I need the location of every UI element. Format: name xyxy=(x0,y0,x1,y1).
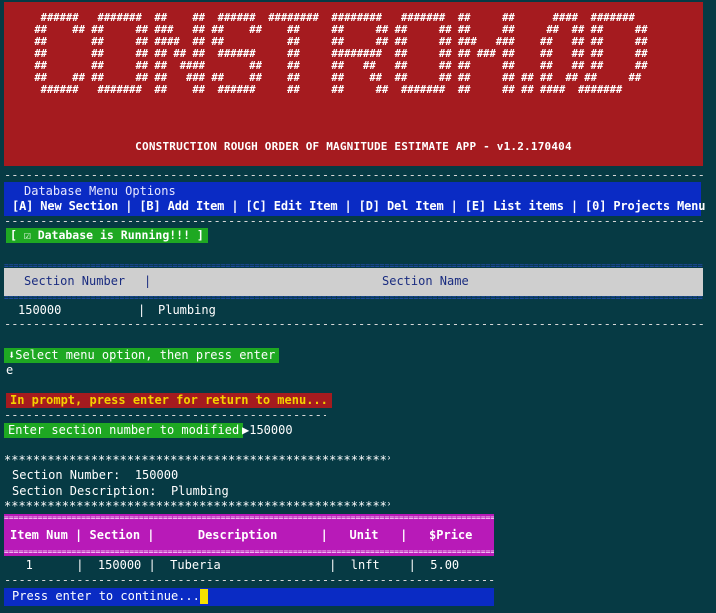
item-table-columns: Item Num | Section | Description | Unit … xyxy=(10,528,473,542)
divider: ----------------------------------------… xyxy=(4,214,703,228)
section-description-text: Plumbing xyxy=(170,484,229,498)
text-cursor xyxy=(200,589,208,604)
select-option-label: Select menu option, then press enter xyxy=(15,348,276,362)
col-separator: | xyxy=(144,274,152,288)
menu-options[interactable]: [A] New Section | [B] Add Item | [C] Edi… xyxy=(12,199,705,213)
table-row: 1 | 150000 | Tuberia | lnft | 5.00 xyxy=(4,558,460,572)
table-row-name: Plumbing xyxy=(158,303,216,317)
app-title: CONSTRUCTION ROUGH ORDER OF MAGNITUDE ES… xyxy=(135,140,572,153)
section-table-header: ========================================… xyxy=(4,264,703,300)
section-number-text: 150000 xyxy=(134,468,179,482)
table-row-sep: | xyxy=(138,303,146,317)
database-status-badge: [ ☑ Database is Running!!! ] xyxy=(6,228,208,243)
section-number-input[interactable]: ▶150000 xyxy=(242,423,293,438)
continue-label: Press enter to continue... xyxy=(12,589,200,603)
stars-divider: ****************************************… xyxy=(4,453,390,467)
return-hint-badge: In prompt, press enter for return to men… xyxy=(6,393,332,408)
col-section-number: Section Number xyxy=(24,274,126,288)
section-number-prompt: Enter section number to modified xyxy=(4,423,244,438)
stars-divider: ****************************************… xyxy=(4,499,390,513)
menu-title: Database Menu Options xyxy=(24,184,176,198)
header-rule: ========================================… xyxy=(4,264,703,268)
divider: ----------------------------------------… xyxy=(4,317,703,331)
header-rule: ========================================… xyxy=(4,516,494,520)
section-description-line: Section Description: Plumbing xyxy=(12,484,229,499)
select-option-prompt: ⬇Select menu option, then press enter xyxy=(4,348,280,363)
app-banner: ###### ####### ## ## ###### ######## ###… xyxy=(4,2,703,166)
section-number-line: Section Number: 150000 xyxy=(12,468,178,483)
user-input-value[interactable]: e xyxy=(6,363,13,378)
header-rule: ========================================… xyxy=(4,550,494,554)
section-number-label: Section Number: xyxy=(12,468,121,482)
col-section-name: Section Name xyxy=(382,274,469,288)
divider: ----------------------------------------… xyxy=(4,408,326,422)
section-description-label: Section Description: xyxy=(12,484,157,498)
section-number-value: 150000 xyxy=(249,423,293,437)
divider: ----------------------------------------… xyxy=(4,168,703,182)
table-row-number: 150000 xyxy=(18,303,62,317)
database-menu: Database Menu Options [A] New Section | … xyxy=(4,182,705,216)
item-table-header: ========================================… xyxy=(4,514,494,556)
continue-prompt[interactable]: Press enter to continue... xyxy=(4,588,494,606)
header-rule: ========================================… xyxy=(4,296,703,300)
divider: ----------------------------------------… xyxy=(4,573,494,587)
banner-ascii-logo: ###### ####### ## ## ###### ######## ###… xyxy=(34,12,648,96)
